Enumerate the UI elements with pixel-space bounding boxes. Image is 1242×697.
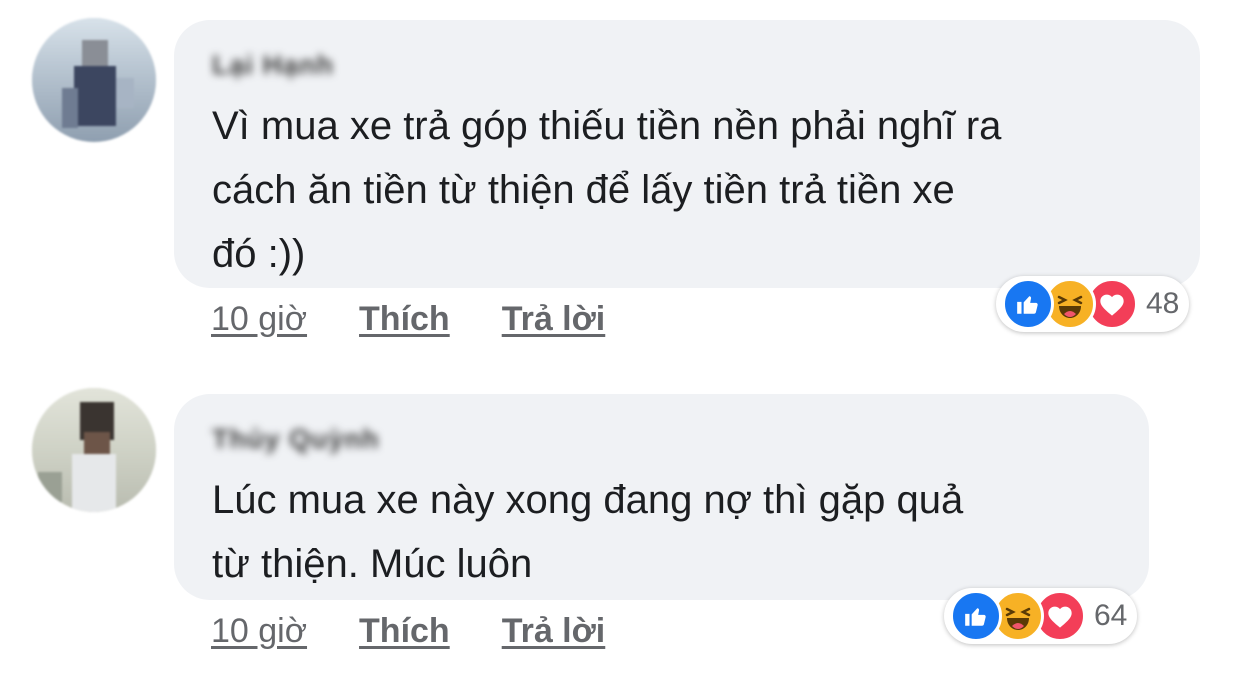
author-name[interactable]: Thủy Quỳnh — [212, 424, 380, 454]
comment-text: Vì mua xe trả góp thiếu tiền nền phải ng… — [212, 104, 1002, 276]
reaction-count: 64 — [1094, 599, 1128, 632]
reply-button[interactable]: Trả lời — [502, 300, 606, 339]
like-button[interactable]: Thích — [359, 612, 450, 651]
comment-bubble: Lại Hạnh Vì mua xe trả góp thiếu tiền nề… — [174, 20, 1200, 288]
avatar[interactable] — [32, 388, 156, 512]
reaction-count: 48 — [1146, 287, 1180, 320]
comment: Lại Hạnh Vì mua xe trả góp thiếu tiền nề… — [0, 0, 1242, 360]
reaction-summary[interactable]: 64 — [944, 588, 1138, 644]
comment: Thủy Quỳnh Lúc mua xe này xong đang nợ t… — [0, 360, 1242, 697]
author-name[interactable]: Lại Hạnh — [212, 50, 334, 80]
comment-actions: 10 giờ Thích Trả lời — [211, 300, 605, 339]
comment-actions: 10 giờ Thích Trả lời — [211, 612, 605, 651]
like-button[interactable]: Thích — [359, 300, 450, 339]
avatar[interactable] — [32, 18, 156, 142]
reaction-summary[interactable]: 48 — [996, 276, 1190, 332]
like-icon — [950, 590, 1002, 642]
comment-bubble: Thủy Quỳnh Lúc mua xe này xong đang nợ t… — [174, 394, 1149, 600]
comment-text: Lúc mua xe này xong đang nợ thì gặp quả … — [212, 478, 964, 586]
timestamp-link[interactable]: 10 giờ — [211, 612, 307, 651]
timestamp-link[interactable]: 10 giờ — [211, 300, 307, 339]
reply-button[interactable]: Trả lời — [502, 612, 606, 651]
like-icon — [1002, 278, 1054, 330]
